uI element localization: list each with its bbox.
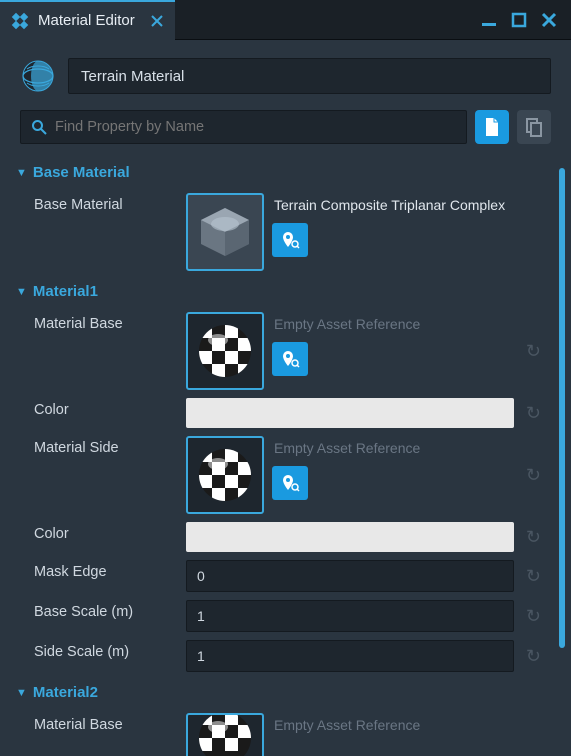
prop-label: Color: [34, 398, 186, 418]
prop-material1-mask-edge: Mask Edge ↻: [0, 556, 563, 596]
maximize-button[interactable]: [511, 12, 527, 28]
prop-label: Material Base: [34, 312, 186, 332]
titlebar: Material Editor: [0, 0, 571, 40]
prop-material2-base: Material Base Empty Asset Reference: [0, 709, 563, 756]
prop-base-material: Base Material Terrain Composite Triplana…: [0, 189, 563, 275]
copy-button[interactable]: [517, 110, 551, 144]
search-property-input[interactable]: [55, 119, 456, 135]
prop-label: Base Scale (m): [34, 600, 186, 620]
prop-material1-side-scale: Side Scale (m) ↻: [0, 636, 563, 676]
prop-label: Base Material: [34, 193, 186, 213]
base-material-asset-name: Terrain Composite Triplanar Complex: [272, 193, 507, 217]
property-scroll-area[interactable]: ▼ Base Material Base Material T: [0, 156, 571, 756]
side-scale-input[interactable]: [186, 640, 514, 672]
base-material-thumb[interactable]: [186, 193, 264, 271]
prop-label: Color: [34, 522, 186, 542]
search-icon: [31, 119, 47, 135]
minimize-button[interactable]: [481, 12, 497, 28]
chevron-down-icon: ▼: [16, 167, 27, 179]
prop-label: Material Side: [34, 436, 186, 456]
reset-icon[interactable]: ↻: [520, 527, 547, 548]
reset-icon[interactable]: ↻: [520, 606, 547, 627]
material1-base-thumb[interactable]: [186, 312, 264, 390]
prop-label: Side Scale (m): [34, 640, 186, 660]
base-scale-input[interactable]: [186, 600, 514, 632]
empty-asset-placeholder: Empty Asset Reference: [272, 312, 514, 336]
chevron-down-icon: ▼: [16, 687, 27, 699]
color-swatch[interactable]: [186, 398, 514, 428]
scrollbar-thumb[interactable]: [559, 168, 565, 648]
prop-label: Material Base: [34, 713, 186, 733]
empty-asset-placeholder: Empty Asset Reference: [272, 713, 547, 737]
material1-side-thumb[interactable]: [186, 436, 264, 514]
mask-edge-input[interactable]: [186, 560, 514, 592]
locate-asset-button[interactable]: [272, 342, 308, 376]
tab-material-editor[interactable]: Material Editor: [0, 0, 175, 40]
empty-asset-placeholder: Empty Asset Reference: [272, 436, 514, 460]
prop-label: Mask Edge: [34, 560, 186, 580]
search-property-input-wrap[interactable]: [20, 110, 467, 144]
section-title: Base Material: [33, 164, 130, 181]
reset-icon[interactable]: ↻: [520, 403, 547, 424]
prop-material1-base-scale: Base Scale (m) ↻: [0, 596, 563, 636]
window-controls: [481, 12, 571, 28]
prop-material1-color1: Color ↻: [0, 394, 563, 432]
reset-icon[interactable]: ↻: [520, 465, 547, 486]
scrollbar[interactable]: [559, 168, 565, 688]
reset-icon[interactable]: ↻: [520, 646, 547, 667]
prop-material1-base: Material Base Empty Asset Reference ↻: [0, 308, 563, 394]
color-swatch[interactable]: [186, 522, 514, 552]
close-window-button[interactable]: [541, 12, 557, 28]
material-editor-icon: [10, 11, 30, 31]
tab-title: Material Editor: [38, 12, 135, 29]
reset-icon[interactable]: ↻: [520, 566, 547, 587]
section-title: Material2: [33, 684, 98, 701]
material-sphere-icon: [20, 58, 56, 94]
locate-asset-button[interactable]: [272, 466, 308, 500]
prop-material1-color2: Color ↻: [0, 518, 563, 556]
chevron-down-icon: ▼: [16, 286, 27, 298]
material2-base-thumb[interactable]: [186, 713, 264, 756]
name-toolbar: [0, 40, 571, 104]
new-document-button[interactable]: [475, 110, 509, 144]
reset-icon[interactable]: ↻: [520, 341, 547, 362]
prop-material1-side: Material Side Empty Asset Reference ↻: [0, 432, 563, 518]
locate-asset-button[interactable]: [272, 223, 308, 257]
tab-close-icon[interactable]: [149, 13, 165, 29]
material-name-input[interactable]: [68, 58, 551, 94]
search-row: [0, 104, 571, 156]
section-material2[interactable]: ▼ Material2: [0, 676, 563, 709]
section-title: Material1: [33, 283, 98, 300]
section-base-material[interactable]: ▼ Base Material: [0, 156, 563, 189]
section-material1[interactable]: ▼ Material1: [0, 275, 563, 308]
